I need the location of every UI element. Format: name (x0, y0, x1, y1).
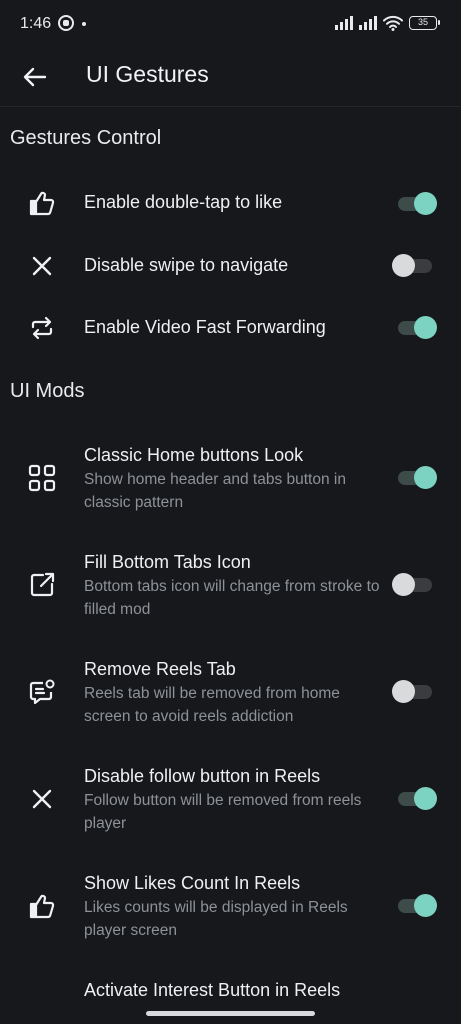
section-title-ui-mods: UI Mods (10, 380, 85, 402)
setting-label: Disable swipe to navigate (84, 255, 289, 275)
page-title: UI Gestures (86, 61, 209, 87)
setting-label: Enable double-tap to like (84, 192, 283, 212)
toggle-switch[interactable] (392, 250, 438, 280)
toggle-switch[interactable] (392, 569, 438, 599)
setting-label: Remove Reels Tab (84, 659, 236, 679)
toggle-switch[interactable] (392, 890, 438, 920)
setting-label: Classic Home buttons Look (84, 445, 304, 465)
setting-label: Show Likes Count In Reels (84, 873, 301, 893)
setting-row-classic-home-buttons[interactable]: Classic Home buttons Look Show home head… (0, 442, 461, 516)
toggle-switch[interactable] (392, 188, 438, 218)
setting-label: Disable follow button in Reels (84, 766, 321, 786)
close-icon (32, 789, 52, 809)
setting-row-disable-follow-button[interactable]: Disable follow button in Reels Follow bu… (0, 763, 461, 837)
battery-icon: 35 (409, 16, 440, 30)
repeat-icon (31, 316, 53, 340)
wifi-icon (383, 15, 403, 31)
setting-description: Show home header and tabs button in clas… (84, 471, 346, 511)
grid-icon (28, 464, 56, 492)
setting-description: Follow button will be removed from reels… (84, 792, 362, 832)
gesture-nav-bar[interactable] (146, 1011, 315, 1016)
notification-dot-icon (82, 22, 86, 26)
setting-description: Likes counts will be displayed in Reels … (84, 899, 348, 939)
section-title-gestures-control: Gestures Control (10, 127, 162, 149)
status-icons: 35 (335, 15, 440, 31)
setting-row-disable-swipe[interactable]: Disable swipe to navigate (0, 244, 461, 288)
thumbs-up-icon (29, 191, 55, 216)
setting-description: Bottom tabs icon will change from stroke… (84, 578, 380, 618)
message-alert-icon (29, 679, 55, 705)
setting-row-remove-reels-tab[interactable]: Remove Reels Tab Reels tab will be remov… (0, 656, 461, 730)
toggle-switch[interactable] (392, 676, 438, 706)
close-icon (32, 256, 52, 276)
setting-label: Fill Bottom Tabs Icon (84, 552, 251, 572)
setting-label: Activate Interest Button in Reels (84, 980, 341, 1000)
app-bar: UI Gestures (0, 50, 461, 107)
thumbs-up-icon (29, 894, 55, 919)
external-link-icon (30, 572, 55, 597)
setting-row-double-tap-like[interactable]: Enable double-tap to like (0, 180, 461, 226)
setting-description: Reels tab will be removed from home scre… (84, 685, 340, 725)
status-bar: 1:46 35 (0, 0, 461, 50)
setting-label: Enable Video Fast Forwarding (84, 317, 326, 337)
toggle-switch[interactable] (392, 312, 438, 342)
signal-icon (335, 16, 353, 30)
toggle-switch[interactable] (392, 783, 438, 813)
media-icon (58, 15, 74, 31)
setting-row-fill-bottom-tabs[interactable]: Fill Bottom Tabs Icon Bottom tabs icon w… (0, 549, 461, 623)
setting-row-video-fast-forward[interactable]: Enable Video Fast Forwarding (0, 306, 461, 350)
back-arrow-icon[interactable] (20, 62, 50, 92)
signal-icon (359, 16, 377, 30)
setting-row-show-likes-count[interactable]: Show Likes Count In Reels Likes counts w… (0, 870, 461, 944)
toggle-switch[interactable] (392, 462, 438, 492)
setting-row-activate-interest-button[interactable]: Activate Interest Button in Reels (0, 977, 461, 1007)
status-time: 1:46 (20, 15, 52, 32)
